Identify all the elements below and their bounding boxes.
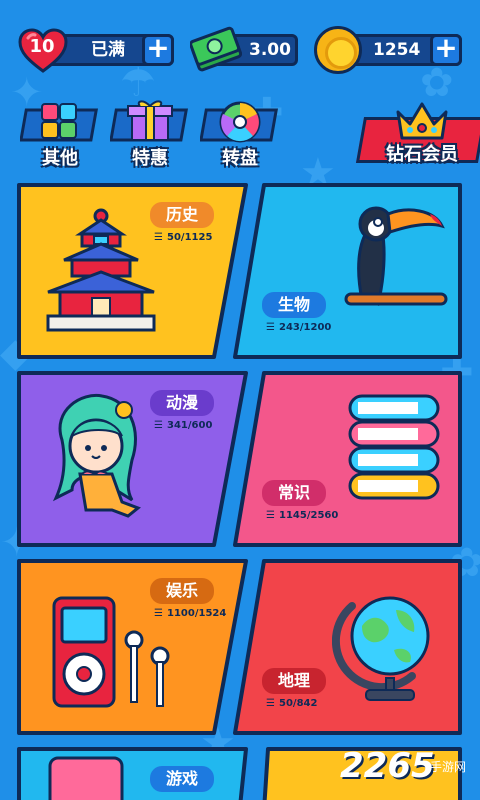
category-title-biology: 生物 [262,292,327,318]
globe-icon [332,596,430,701]
category-card-entertainment[interactable]: 娱乐 ☰ 1100/1524 [16,558,250,736]
mermaid-icon [52,393,141,518]
coins-amount: 1254 [373,40,421,60]
wheel-icon [199,101,279,143]
menu-deals[interactable]: 特惠 [109,100,190,169]
list-icon: ☰ [266,510,275,521]
vip-label: 钻石会员 [386,144,458,165]
lives-status: 已满 [91,40,125,60]
category-title-geography: 地理 [262,668,327,694]
category-title-knowledge: 常识 [262,480,327,506]
category-progress-anime: ☰ 341/600 [154,420,213,431]
category-card-anime[interactable]: 动漫 ☰ 341/600 [16,370,250,548]
add-coins-button[interactable]: + [430,34,462,66]
menu-wheel[interactable]: 转盘 [199,100,280,169]
list-icon: ☰ [154,608,163,619]
category-progress-entertainment: ☰ 1100/1524 [154,608,227,619]
menu-wheel-label: 转盘 [222,148,258,169]
category-card-knowledge[interactable]: 常识 ☰ 1145/2560 [232,370,464,548]
watermark-sub: 手游网 [430,760,467,774]
list-icon: ☰ [154,232,163,243]
category-card-biology[interactable]: 生物 ☰ 243/1200 [232,182,464,360]
cash-amount: 3.00 [249,40,291,60]
category-title-history: 历史 [150,202,215,228]
books-icon [348,394,440,500]
list-icon: ☰ [266,698,275,709]
heart-icon: 10 [18,28,68,74]
menu-other-label: 其他 [42,148,78,169]
category-title-games: 游戏 [150,766,215,792]
menu-other[interactable]: 其他 [19,100,100,169]
list-icon: ☰ [154,420,163,431]
category-progress-knowledge: ☰ 1145/2560 [266,510,339,521]
menu-deals-label: 特惠 [132,148,168,169]
category-title-anime: 动漫 [150,390,215,416]
cash-icon [189,26,243,74]
crown-icon [396,102,448,140]
gift-icon [109,100,189,142]
grid-icon [19,103,99,142]
toucan-icon [344,206,448,306]
coin-icon [314,26,362,74]
category-progress-biology: ☰ 243/1200 [266,322,332,333]
lives-count: 10 [29,36,55,57]
list-icon: ☰ [266,322,275,333]
game-console-icon [48,756,124,800]
category-progress-geography: ☰ 50/842 [266,698,318,709]
category-progress-history: ☰ 50/1125 [154,232,213,243]
category-card-games[interactable]: 游戏 [16,746,250,800]
category-card-geography[interactable]: 地理 ☰ 50/842 [232,558,464,736]
category-title-entertainment: 娱乐 [150,578,215,604]
add-lives-button[interactable]: + [142,34,174,66]
watermark-logo: 2265 [340,746,435,786]
category-card-history[interactable]: 历史 ☰ 50/1125 [16,182,250,360]
temple-icon [46,208,156,332]
